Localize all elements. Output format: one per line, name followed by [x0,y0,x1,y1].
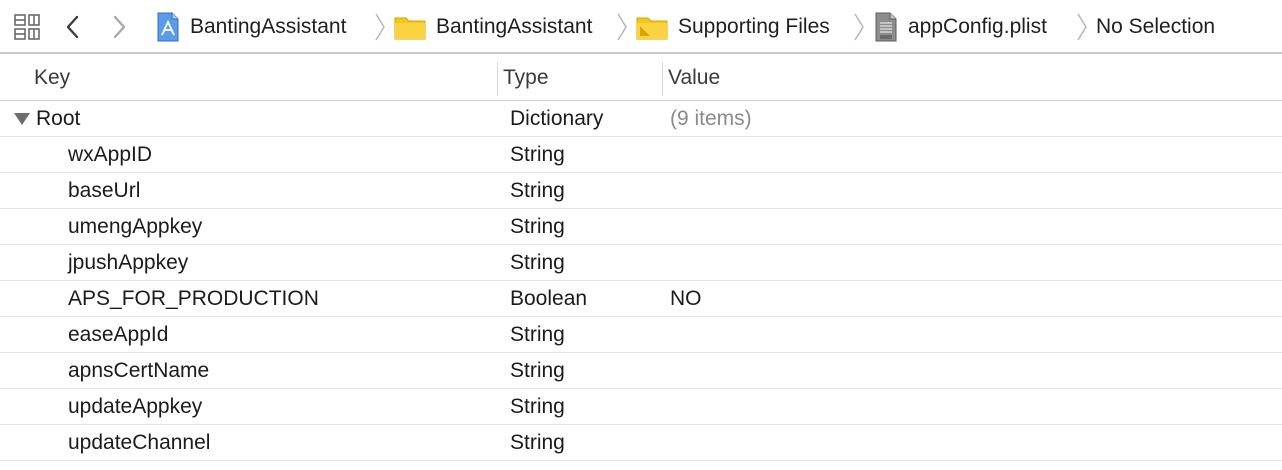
column-divider[interactable] [662,62,663,96]
row-key: baseUrl [68,179,141,202]
breadcrumb-label: Supporting Files [678,15,830,38]
back-button[interactable] [58,10,88,44]
row-type[interactable]: String [510,245,565,280]
breadcrumb-label: appConfig.plist [908,15,1047,38]
breadcrumb-label: BantingAssistant [190,15,347,38]
row-value[interactable]: NO [670,281,702,316]
plist-file-icon [874,12,898,42]
table-row[interactable]: easeAppId String [0,317,1282,353]
row-key: updateAppkey [68,395,203,418]
row-type[interactable]: String [510,209,565,244]
column-header-type[interactable]: Type [503,56,549,100]
chevron-left-icon [66,15,79,39]
table-row[interactable]: jpushAppkey String [0,245,1282,281]
table-row[interactable]: apnsCertName String [0,353,1282,389]
row-type[interactable]: Boolean [510,281,587,316]
related-items-button[interactable] [10,10,44,44]
row-type[interactable]: String [510,173,565,208]
disclosure-triangle-icon[interactable] [13,112,31,126]
breadcrumb-selection[interactable]: No Selection [1096,8,1215,46]
breadcrumb-separator-icon [1076,12,1088,42]
breadcrumb-label: BantingAssistant [436,15,593,38]
column-divider[interactable] [497,62,498,96]
table-row-root[interactable]: Root Dictionary (9 items) [0,101,1282,137]
row-type[interactable]: String [510,389,565,424]
breadcrumb-group[interactable]: BantingAssistant [394,8,592,46]
table-row[interactable]: updateAppkey String [0,389,1282,425]
breadcrumb-separator-icon [374,12,386,42]
breadcrumb-supporting-files[interactable]: Supporting Files [636,8,830,46]
table-row[interactable]: wxAppID String [0,137,1282,173]
grid-icon [14,14,40,40]
row-key: updateChannel [68,431,211,454]
row-key: apnsCertName [68,359,210,382]
row-key: Root [36,107,81,130]
breadcrumb-label: No Selection [1096,15,1216,38]
forward-button[interactable] [104,10,134,44]
table-row[interactable]: APS_FOR_PRODUCTION Boolean NO [0,281,1282,317]
column-header-value[interactable]: Value [668,56,720,100]
row-key: wxAppID [68,143,153,166]
row-key: APS_FOR_PRODUCTION [68,287,319,310]
row-value: (9 items) [670,107,752,130]
row-type[interactable]: String [510,137,565,172]
xcode-project-icon [156,12,180,42]
breadcrumb-separator-icon [853,12,865,42]
row-type[interactable]: String [510,425,565,460]
folder-icon [394,14,426,40]
table-row[interactable]: updateChannel String [0,425,1282,461]
row-key: umengAppkey [68,215,203,238]
chevron-right-icon [113,15,126,39]
breadcrumb-file[interactable]: appConfig.plist [874,8,1047,46]
row-key: jpushAppkey [68,251,189,274]
table-row[interactable]: baseUrl String [0,173,1282,209]
table-header: Key Type Value [0,56,1282,101]
jump-bar: BantingAssistant BantingAssistant Suppor… [0,0,1282,54]
row-type[interactable]: String [510,353,565,388]
column-header-key[interactable]: Key [34,56,70,100]
breadcrumb-project[interactable]: BantingAssistant [156,8,346,46]
row-key: easeAppId [68,323,169,346]
row-type[interactable]: String [510,317,565,352]
breadcrumb-separator-icon [616,12,628,42]
row-type[interactable]: Dictionary [510,101,603,136]
table-row[interactable]: umengAppkey String [0,209,1282,245]
folder-icon [636,14,668,40]
